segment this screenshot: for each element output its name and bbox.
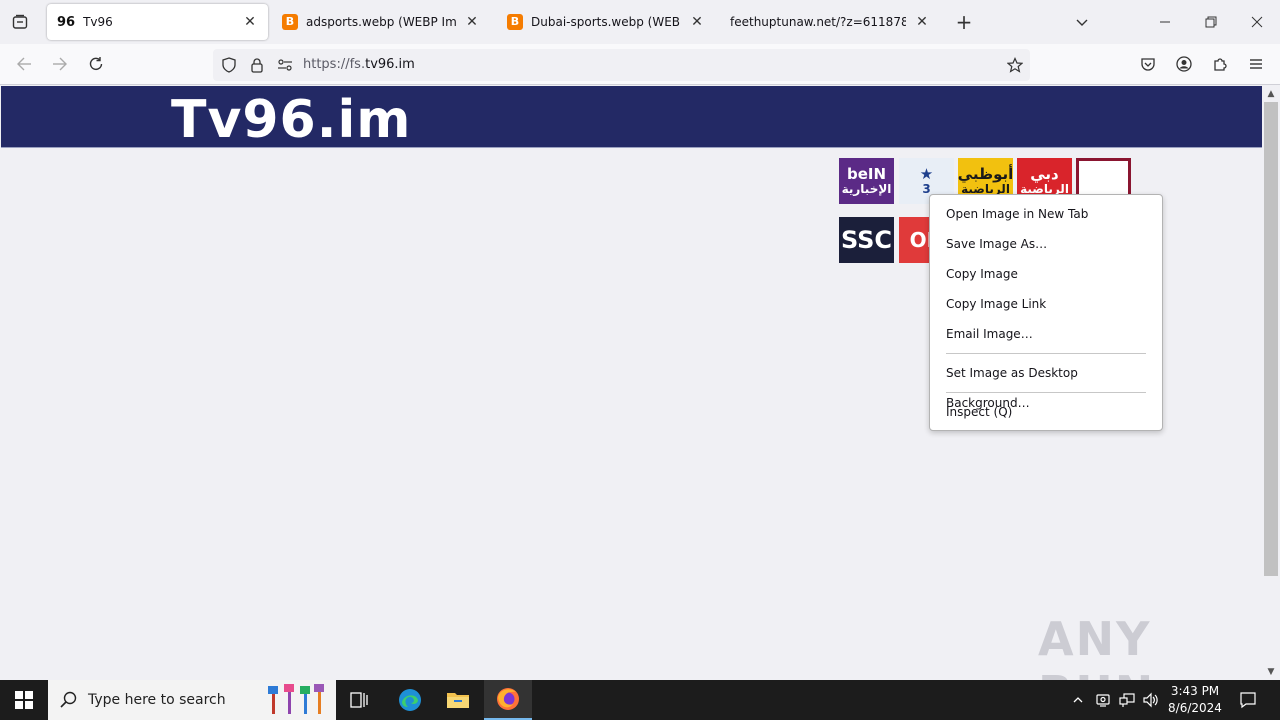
new-tab-plus-icon[interactable]: + (948, 6, 980, 38)
menu-item-set-desktop-background[interactable]: Set Image as Desktop Background… (930, 358, 1162, 410)
meet-now-icon[interactable] (1092, 680, 1114, 720)
channel-logo-tile[interactable]: SSC (839, 217, 894, 263)
tab-bar: 96 Tv96 ✕ B adsports.webp (WEBP Image, 5… (0, 0, 1280, 44)
windows-taskbar: Type here to search 3:43 PM 8/6/2024 (0, 680, 1280, 720)
menu-item-email-image[interactable]: Email Image… (930, 319, 1162, 349)
reload-icon[interactable] (80, 48, 112, 80)
tab-adsports[interactable]: B adsports.webp (WEBP Image, 55 ✕ (272, 4, 490, 40)
search-placeholder-text: Type here to search (88, 692, 226, 708)
extensions-puzzle-icon[interactable] (1204, 48, 1236, 80)
tab-tv96[interactable]: 96 Tv96 ✕ (47, 4, 268, 40)
windows-start-icon[interactable] (0, 680, 48, 720)
clock-time: 3:43 PM (1170, 684, 1220, 698)
menu-item-save-image-as[interactable]: Save Image As… (930, 229, 1162, 259)
site-permissions-icon[interactable] (269, 49, 301, 81)
tv96-favicon-icon: 96 (57, 14, 76, 30)
site-logo[interactable]: Tv96.im (171, 90, 412, 150)
forward-arrow-icon[interactable] (44, 48, 76, 80)
network-icon[interactable] (1116, 680, 1138, 720)
channel-logo-line1: SSC (840, 225, 893, 254)
menu-item-copy-image-link[interactable]: Copy Image Link (930, 289, 1162, 319)
taskbar-clock[interactable]: 3:43 PM 8/6/2024 (1160, 683, 1230, 717)
menu-separator (946, 353, 1146, 354)
channel-logo-line1: أبوظبي (958, 165, 1013, 184)
firefox-view-icon[interactable] (4, 6, 36, 38)
tab-title: Dubai-sports.webp (WEBP Imag (531, 15, 681, 29)
back-arrow-icon[interactable] (8, 48, 40, 80)
tab-title: feethuptunaw.net/?z=6118780&syn (730, 15, 906, 29)
notifications-icon[interactable] (1234, 680, 1262, 720)
channel-logo-line1: beIN (846, 165, 887, 184)
minimize-window-icon[interactable] (1149, 6, 1181, 38)
firefox-taskbar-icon[interactable] (484, 680, 532, 720)
show-hidden-icons-chevron-icon[interactable] (1068, 680, 1088, 720)
scroll-up-arrow-icon[interactable]: ▲ (1262, 86, 1280, 102)
tab-title: Tv96 (83, 15, 113, 29)
taskbar-search-box[interactable]: Type here to search (48, 680, 336, 720)
clock-date: 8/6/2024 (1168, 701, 1222, 715)
tab-title: adsports.webp (WEBP Image, 55 (306, 15, 456, 29)
channel-logo-line2: الإخبارية (841, 181, 892, 196)
edge-browser-icon[interactable] (386, 680, 434, 720)
close-tab-icon[interactable]: ✕ (914, 14, 930, 30)
close-tab-icon[interactable]: ✕ (242, 14, 258, 30)
volume-speaker-icon[interactable] (1140, 680, 1162, 720)
url-text[interactable]: https://fs.tv96.im (303, 57, 415, 72)
file-explorer-folder-icon[interactable] (434, 680, 482, 720)
navigation-toolbar: https://fs.tv96.im (0, 44, 1280, 85)
blogger-favicon-icon: B (507, 14, 523, 30)
channel-logo-line1: دبي (1030, 165, 1059, 184)
channel-logo-line1: ★ (919, 165, 934, 184)
channel-logo-tile[interactable]: beIN الإخبارية (839, 158, 894, 204)
blogger-favicon-icon: B (282, 14, 298, 30)
tab-feethuptunaw[interactable]: feethuptunaw.net/?z=6118780&syn ✕ (720, 4, 940, 40)
bookmark-star-icon[interactable] (999, 49, 1031, 81)
search-highlight-paintbrush-icon (264, 684, 328, 719)
site-header-banner: Tv96.im (1, 86, 1262, 150)
scrollbar-thumb[interactable] (1264, 102, 1278, 576)
close-tab-icon[interactable]: ✕ (689, 14, 705, 30)
menu-item-inspect[interactable]: Inspect (Q) (930, 397, 1162, 427)
tab-dubai-sports[interactable]: B Dubai-sports.webp (WEBP Imag ✕ (497, 4, 715, 40)
account-icon[interactable] (1168, 48, 1200, 80)
close-window-icon[interactable] (1241, 6, 1273, 38)
menu-item-copy-image[interactable]: Copy Image (930, 259, 1162, 289)
close-tab-icon[interactable]: ✕ (464, 14, 480, 30)
address-bar[interactable]: https://fs.tv96.im (213, 49, 1030, 81)
task-view-icon[interactable] (336, 680, 384, 720)
image-context-menu: Open Image in New Tab Save Image As… Cop… (929, 194, 1163, 431)
restore-window-icon[interactable] (1195, 6, 1227, 38)
vertical-scrollbar[interactable]: ▲ ▼ (1262, 86, 1280, 680)
list-all-tabs-chevron-icon[interactable] (1066, 6, 1098, 38)
channel-logo-line2: 3 (922, 181, 931, 196)
search-magnifier-icon (60, 691, 78, 712)
hamburger-menu-icon[interactable] (1240, 48, 1272, 80)
pocket-icon[interactable] (1132, 48, 1164, 80)
menu-item-open-image-new-tab[interactable]: Open Image in New Tab (930, 199, 1162, 229)
